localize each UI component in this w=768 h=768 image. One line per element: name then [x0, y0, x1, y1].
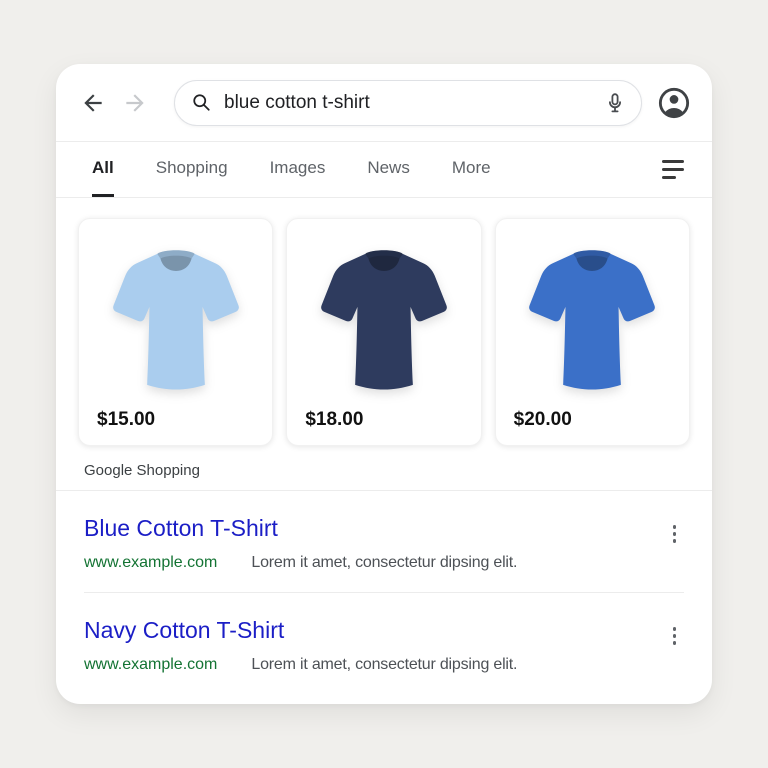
filter-icon — [662, 160, 684, 163]
vertical-ellipsis-icon — [672, 525, 676, 529]
tab-images[interactable]: Images — [270, 142, 326, 197]
result-url: www.example.com — [84, 656, 218, 673]
result-options-button[interactable] — [669, 623, 681, 649]
tshirt-image — [112, 250, 239, 390]
tshirt-body — [529, 250, 656, 390]
tshirt-body — [112, 250, 239, 390]
result-body: Navy Cotton T-Shirt www.example.com Lore… — [84, 615, 517, 674]
result-title-link[interactable]: Navy Cotton T-Shirt — [84, 615, 517, 645]
tshirt-body — [321, 250, 447, 390]
tshirt-image — [321, 250, 447, 390]
search-tabs: All Shopping Images News More — [56, 142, 712, 198]
vertical-ellipsis-icon — [672, 627, 676, 631]
filter-menu-button[interactable] — [662, 156, 684, 183]
product-price: $20.00 — [513, 409, 572, 430]
account-avatar-icon — [658, 87, 690, 118]
product-card-3[interactable]: $20.00 — [494, 218, 690, 446]
search-result-1: Blue Cotton T-Shirt www.example.com Lore… — [78, 491, 690, 592]
result-snippet: Lorem it amet, consectetur dipsing elit. — [251, 656, 518, 673]
result-body: Blue Cotton T-Shirt www.example.com Lore… — [84, 513, 517, 572]
result-options-button[interactable] — [669, 521, 681, 547]
tab-shopping[interactable]: Shopping — [156, 142, 228, 197]
result-url: www.example.com — [84, 554, 218, 571]
product-price: $18.00 — [305, 409, 364, 430]
product-image-1 — [79, 219, 272, 409]
product-card-2[interactable]: $18.00 — [286, 218, 482, 446]
forward-arrow-icon — [126, 93, 144, 112]
result-meta: www.example.com Lorem it amet, consectet… — [84, 554, 517, 572]
search-icon — [193, 94, 210, 111]
top-bar: blue cotton t-shirt — [56, 64, 712, 142]
account-button[interactable] — [656, 85, 692, 121]
search-input[interactable]: blue cotton t-shirt — [174, 79, 642, 126]
search-query-text[interactable]: blue cotton t-shirt — [224, 92, 603, 114]
voice-search-button[interactable] — [603, 91, 627, 115]
result-snippet: Lorem it amet, consectetur dipsing elit. — [251, 554, 518, 571]
tab-news[interactable]: News — [367, 142, 410, 197]
shopping-source-label: Google Shopping — [84, 462, 200, 479]
microphone-icon — [609, 92, 621, 112]
back-arrow-icon — [84, 93, 102, 112]
product-image-2 — [287, 219, 480, 409]
forward-button[interactable] — [122, 90, 148, 116]
search-result-2: Navy Cotton T-Shirt www.example.com Lore… — [78, 593, 690, 694]
back-button[interactable] — [80, 90, 106, 116]
product-card-1[interactable]: $15.00 — [78, 218, 274, 446]
tshirt-image — [529, 250, 656, 390]
result-meta: www.example.com Lorem it amet, consectet… — [84, 656, 517, 674]
results-content: $15.00 $18.00 $20.00 Google Shopping Blu… — [56, 198, 712, 694]
result-title-link[interactable]: Blue Cotton T-Shirt — [84, 513, 517, 543]
product-price: $15.00 — [97, 409, 156, 430]
tab-more[interactable]: More — [452, 142, 491, 197]
shopping-carousel: $15.00 $18.00 $20.00 — [78, 218, 690, 446]
product-image-3 — [496, 219, 689, 409]
search-results-window: blue cotton t-shirt All Shopping Images … — [56, 64, 712, 704]
tab-all[interactable]: All — [92, 142, 114, 197]
